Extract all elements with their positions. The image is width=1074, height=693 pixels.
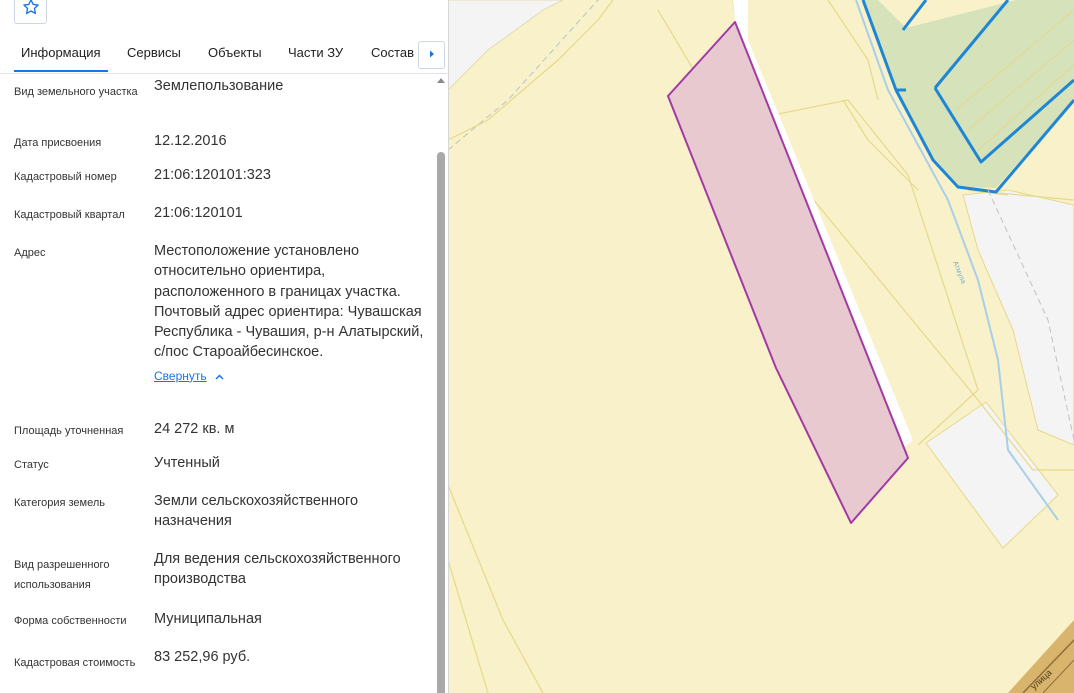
attr-value: Учтенный [154,455,220,471]
attr-label: Кадастровая стоимость [14,657,136,669]
tab-bar: Информация Сервисы Объекты Части ЗУ Сост… [0,33,448,74]
attr-label: Вид разрешенного использования [14,559,110,591]
scroll-up-arrow-icon[interactable] [437,78,445,83]
attr-value-wrap: Местоположение установлено относительно … [154,241,426,386]
attr-label: Адрес [14,247,46,259]
attr-value: 24 272 кв. м [154,421,235,437]
tab-parcel-parts[interactable]: Части ЗУ [288,45,343,60]
attr-label: Дата присвоения [14,137,102,149]
tab-objects[interactable]: Объекты [208,45,262,60]
attr-label: Статус [14,459,49,471]
attr-label: Кадастровый номер [14,171,117,183]
attr-label: Вид земельного участка [14,86,138,98]
tabs-next-button[interactable] [418,41,445,69]
map-canvas[interactable]: Атмула улица [448,0,1074,693]
attr-value: Для ведения сельскохозяйственного произв… [154,551,401,588]
attr-value: 83 252,96 руб. [154,649,251,665]
attr-label: Форма собственности [14,615,127,627]
attr-value: 21:06:120101:323 [154,167,271,183]
panel-scrollbar[interactable] [434,74,448,693]
info-panel: Информация Сервисы Объекты Части ЗУ Сост… [0,0,449,693]
tab-services[interactable]: Сервисы [127,45,181,60]
chevron-right-icon [428,46,436,64]
attr-label: Кадастровый квартал [14,209,125,221]
attr-value: Муниципальная [154,611,262,627]
scrollbar-thumb[interactable] [437,152,445,693]
map-view[interactable]: Атмула улица [448,0,1074,693]
collapse-link[interactable]: Свернуть [154,366,224,386]
attr-value: 21:06:120101 [154,205,243,221]
star-icon [22,0,40,21]
tab-information[interactable]: Информация [14,45,108,72]
attr-label: Площадь уточненная [14,425,124,437]
attr-value: Землепользование [154,78,284,94]
attr-value: Земли сельскохозяйственного назначения [154,493,359,530]
favorite-button[interactable] [14,0,47,24]
attr-value: Местоположение установлено относительно … [154,243,424,361]
attr-label: Категория земель [14,497,105,509]
collapse-label: Свернуть [154,368,207,383]
attr-value: 12.12.2016 [154,133,227,149]
chevron-up-icon [215,366,224,386]
tab-composition[interactable]: Состав [371,45,414,60]
